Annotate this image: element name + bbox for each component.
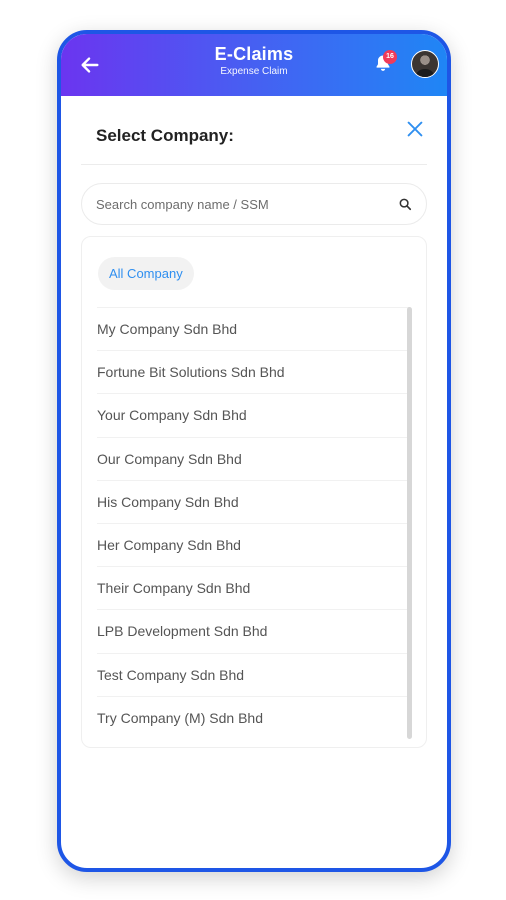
search-bar[interactable] (81, 183, 427, 225)
company-list-item[interactable]: My Company Sdn Bhd (97, 307, 409, 350)
user-avatar[interactable] (411, 50, 439, 78)
sheet-title: Select Company: (96, 126, 234, 145)
close-icon[interactable] (404, 118, 426, 140)
company-list-item[interactable]: Fortune Bit Solutions Sdn Bhd (97, 350, 409, 393)
company-list-item[interactable]: Our Company Sdn Bhd (97, 436, 409, 480)
notification-badge: 16 (383, 50, 397, 64)
company-list-item[interactable]: Test Company Sdn Bhd (97, 652, 409, 696)
company-list-item[interactable]: Try Company (M) Sdn Bhd (97, 695, 409, 739)
company-list-item[interactable]: His Company Sdn Bhd (97, 479, 409, 523)
company-list-card: All Company My Company Sdn Bhd Fortune B… (81, 236, 427, 748)
sheet-divider (81, 164, 427, 165)
company-list-item[interactable]: Your Company Sdn Bhd (97, 393, 409, 436)
app-header: E-Claims Expense Claim 16 (61, 34, 447, 96)
company-list-item[interactable]: Her Company Sdn Bhd (97, 522, 409, 566)
phone-frame: E-Claims Expense Claim 16 Select Company… (57, 30, 451, 872)
search-icon[interactable] (398, 197, 412, 211)
filter-chip-all-company[interactable]: All Company (98, 257, 194, 290)
company-list-item[interactable]: Their Company Sdn Bhd (97, 566, 409, 609)
company-list-item[interactable]: LPB Development Sdn Bhd (97, 609, 409, 652)
company-list: My Company Sdn Bhd Fortune Bit Solutions… (97, 307, 409, 739)
avatar-silhouette (416, 69, 434, 77)
list-scrollbar[interactable] (407, 307, 412, 739)
search-input[interactable] (96, 184, 386, 224)
